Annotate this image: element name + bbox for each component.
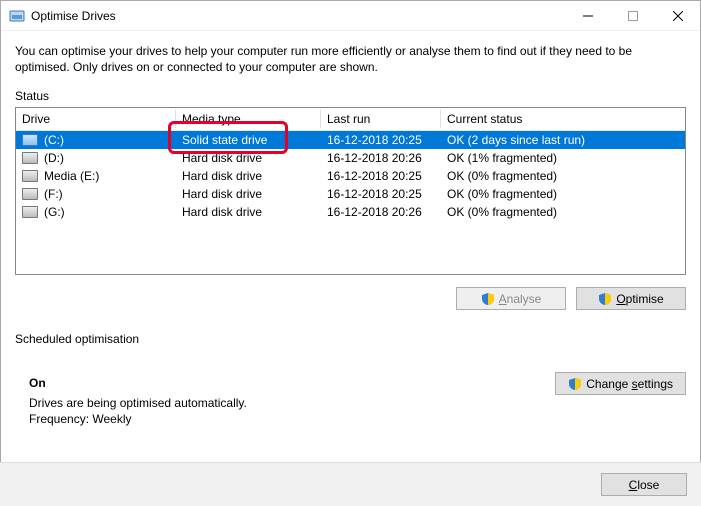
intro-text: You can optimise your drives to help you… <box>15 43 686 75</box>
drive-name: (D:) <box>44 151 64 165</box>
schedule-desc: Drives are being optimised automatically… <box>29 396 535 410</box>
column-headers: Drive Media type Last run Current status <box>16 108 685 131</box>
last-run: 16-12-2018 20:25 <box>321 185 441 203</box>
table-row[interactable]: (C:) Solid state drive16-12-2018 20:25OK … <box>16 131 685 149</box>
footer: Close <box>0 462 701 506</box>
app-icon <box>9 8 25 24</box>
schedule-label: Scheduled optimisation <box>15 332 686 346</box>
hdd-icon <box>22 206 38 218</box>
table-row[interactable]: (G:) Hard disk drive16-12-2018 20:26OK (0… <box>16 203 685 221</box>
col-drive[interactable]: Drive <box>16 108 176 131</box>
window-title: Optimise Drives <box>31 9 116 23</box>
current-status: OK (0% fragmented) <box>441 185 685 203</box>
current-status: OK (0% fragmented) <box>441 167 685 185</box>
last-run: 16-12-2018 20:25 <box>321 167 441 185</box>
content-area: You can optimise your drives to help you… <box>1 31 700 438</box>
col-media[interactable]: Media type <box>176 108 321 131</box>
table-row[interactable]: (D:) Hard disk drive16-12-2018 20:26OK (1… <box>16 149 685 167</box>
current-status: OK (2 days since last run) <box>441 131 685 149</box>
titlebar: Optimise Drives <box>1 1 700 31</box>
current-status: OK (1% fragmented) <box>441 149 685 167</box>
media-type: Hard disk drive <box>176 167 321 185</box>
schedule-state: On <box>29 376 535 390</box>
table-row[interactable]: (F:) Hard disk drive16-12-2018 20:25OK (0… <box>16 185 685 203</box>
media-type: Hard disk drive <box>176 185 321 203</box>
drive-name: (G:) <box>44 205 65 219</box>
optimise-button[interactable]: Optimise <box>576 287 686 310</box>
minimize-button[interactable] <box>565 1 610 31</box>
close-window-button[interactable]: Close <box>601 473 687 496</box>
shield-icon <box>598 292 612 306</box>
close-button[interactable] <box>655 1 700 31</box>
maximize-button[interactable] <box>610 1 655 31</box>
schedule-frequency: Frequency: Weekly <box>29 412 535 426</box>
last-run: 16-12-2018 20:26 <box>321 149 441 167</box>
current-status: OK (0% fragmented) <box>441 203 685 221</box>
hdd-icon <box>22 188 38 200</box>
col-last[interactable]: Last run <box>321 108 441 131</box>
last-run: 16-12-2018 20:26 <box>321 203 441 221</box>
media-type: Hard disk drive <box>176 149 321 167</box>
media-type: Solid state drive <box>176 131 321 149</box>
table-row[interactable]: Media (E:) Hard disk drive16-12-2018 20:2… <box>16 167 685 185</box>
ssd-icon <box>22 134 38 146</box>
last-run: 16-12-2018 20:25 <box>321 131 441 149</box>
drive-name: Media (E:) <box>44 169 99 183</box>
drive-name: (F:) <box>44 187 63 201</box>
drives-listview[interactable]: Drive Media type Last run Current status… <box>15 107 686 275</box>
status-label: Status <box>15 89 686 103</box>
col-status[interactable]: Current status <box>441 108 685 131</box>
shield-icon <box>481 292 495 306</box>
hdd-icon <box>22 152 38 164</box>
change-settings-button[interactable]: Change settings <box>555 372 686 395</box>
media-type: Hard disk drive <box>176 203 321 221</box>
hdd-icon <box>22 170 38 182</box>
shield-icon <box>568 377 582 391</box>
analyse-button: Analyse <box>456 287 566 310</box>
drive-name: (C:) <box>44 133 64 147</box>
